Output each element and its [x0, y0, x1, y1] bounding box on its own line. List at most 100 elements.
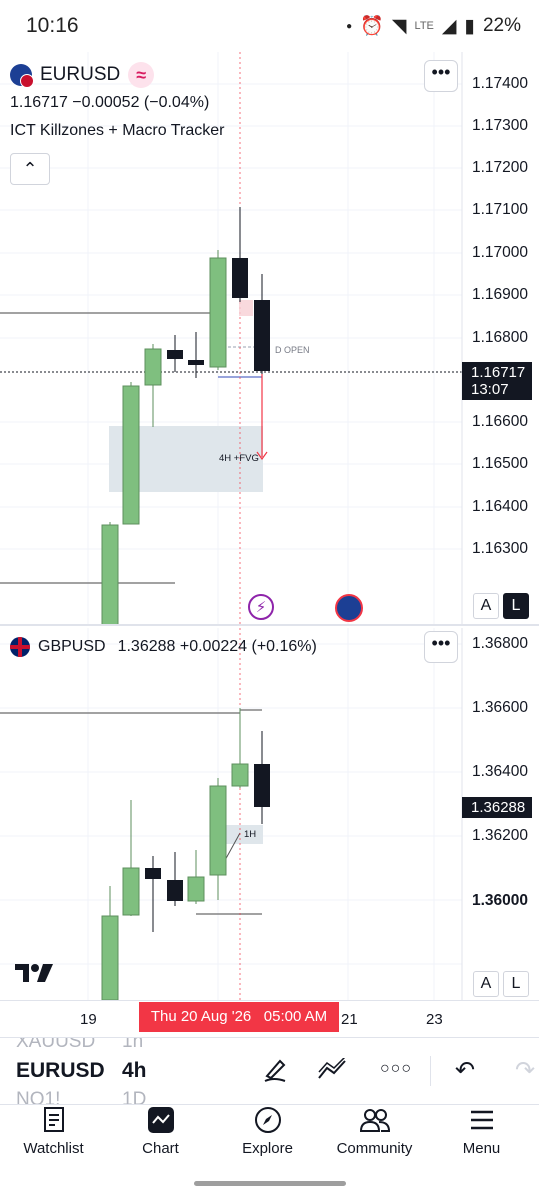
hamburger-icon [470, 1110, 493, 1130]
gbpusd-candles [101, 708, 270, 1000]
fvg-label: 4H +FVG [219, 453, 259, 464]
last-price: 1.36288 [471, 799, 526, 816]
lightning-icon[interactable]: ⚡ [248, 594, 274, 620]
eurusd-header[interactable]: EURUSD ≈ [10, 62, 155, 88]
gbpusd-last-price-tag: 1.36288 [462, 797, 532, 818]
eurusd-candles [101, 207, 270, 626]
gbpusd-header[interactable]: GBPUSD 1.36288 +0.00224 (+0.16%) [10, 637, 317, 657]
auto-scale-button[interactable]: A [473, 971, 499, 997]
price-label: 1.17300 [472, 117, 529, 134]
nav-label: Chart [142, 1140, 179, 1157]
indicator-name[interactable]: ICT Killzones + Macro Tracker [10, 122, 224, 140]
price-label: 1.16300 [472, 540, 529, 557]
network-label: LTE [414, 20, 434, 32]
eu-flag-icon [10, 64, 34, 88]
undo-button[interactable]: ↶ [455, 1056, 475, 1085]
bottom-nav: Watchlist Chart Explore Community Menu [0, 1106, 539, 1166]
collapse-button[interactable]: ⌃ [10, 153, 50, 185]
pen-icon [264, 1059, 286, 1082]
alarm-icon: ⏰ [360, 16, 384, 37]
redo-icon: ↷ [515, 1057, 536, 1084]
price-label: 1.36400 [472, 763, 529, 780]
price-label: 1.36200 [472, 827, 529, 844]
auto-scale-button[interactable]: A [473, 593, 499, 619]
tf-label: 1H [244, 829, 257, 840]
bottom-toolbar: XAUUSD 1h EURUSD 4h NQ1! 1D ○○○ ↶ ↷ [0, 1037, 539, 1105]
d-open-label: D OPEN [275, 345, 310, 355]
eurusd-more-button[interactable]: ••• [424, 60, 458, 92]
gbpusd-chart-area[interactable] [0, 628, 539, 1000]
more-icon: ••• [431, 62, 451, 82]
picker-next-tf[interactable]: 1D [122, 1089, 146, 1104]
eurusd-last-price-tag: 1.16717 13:07 [462, 362, 532, 400]
price-label: 1.17400 [472, 75, 529, 92]
crosshair-time-label: Thu 20 Aug '26 05:00 AM [139, 1002, 339, 1032]
price-label: 1.16600 [472, 413, 529, 430]
nav-explore[interactable]: Explore [214, 1106, 321, 1166]
price-label: 1.36000 [472, 892, 529, 909]
tradingview-logo-icon [15, 964, 53, 982]
picker-current-symbol[interactable]: EURUSD [16, 1059, 105, 1083]
price-label: 1.36800 [472, 635, 529, 652]
last-price: 1.16717 [471, 364, 526, 381]
picker-current-tf[interactable]: 4h [122, 1059, 147, 1083]
time-label: 19 [80, 1011, 97, 1028]
nav-watchlist[interactable]: Watchlist [0, 1106, 107, 1166]
draw-pen-button[interactable] [262, 1056, 288, 1089]
price-label: 1.36600 [472, 699, 529, 716]
compass-icon [254, 1107, 281, 1133]
price-label: 1.16900 [472, 286, 529, 303]
nav-label: Menu [462, 1140, 501, 1157]
picker-next-symbol[interactable]: NQ1! [16, 1089, 60, 1104]
price-label: 1.17200 [472, 159, 529, 176]
log-scale-button[interactable]: L [503, 593, 529, 619]
more-icon: ○○○ [380, 1060, 412, 1077]
wifi-icon: ◥ [391, 15, 407, 37]
log-scale-button[interactable]: L [503, 971, 529, 997]
nav-label: Community [336, 1140, 413, 1157]
battery-icon: ▮ [464, 15, 475, 37]
uk-flag-icon [10, 637, 30, 657]
toolbar-divider [430, 1056, 431, 1086]
nav-label: Watchlist [23, 1140, 84, 1157]
eurusd-symbol[interactable]: EURUSD [40, 64, 120, 86]
price-label: 1.17100 [472, 201, 529, 218]
eu-event-icon[interactable] [335, 594, 363, 622]
gbpusd-more-button[interactable]: ••• [424, 631, 458, 663]
status-time: 10:16 [26, 14, 79, 37]
gbpusd-quote: 1.36288 +0.00224 (+0.16%) [117, 638, 317, 655]
tradingview-logo [15, 962, 53, 990]
more-tools-button[interactable]: ○○○ [380, 1060, 412, 1078]
chevron-up-icon: ⌃ [22, 159, 38, 179]
status-icons: ● ⏰ ◥ LTE ◢ ▮ 22% [346, 14, 521, 38]
nav-community[interactable]: Community [321, 1106, 428, 1166]
watchlist-icon [43, 1107, 64, 1132]
chart-icon [147, 1107, 174, 1133]
notification-dot-icon: ● [346, 20, 353, 32]
price-label: 1.16500 [472, 455, 529, 472]
time-label: 23 [426, 1011, 443, 1028]
status-bar: 10:16 ● ⏰ ◥ LTE ◢ ▮ 22% [0, 0, 539, 52]
tilde-icon: ≈ [128, 62, 155, 88]
time-label: 21 [341, 1011, 358, 1028]
price-label: 1.16400 [472, 498, 529, 515]
gbpusd-symbol[interactable]: GBPUSD [38, 638, 106, 656]
undo-icon: ↶ [455, 1057, 476, 1084]
picker-prev-tf[interactable]: 1h [122, 1038, 143, 1053]
signal-icon: ◢ [441, 15, 457, 37]
nav-label: Explore [242, 1140, 293, 1157]
nav-menu[interactable]: Menu [428, 1106, 535, 1166]
nav-chart[interactable]: Chart [107, 1106, 214, 1166]
picker-prev-symbol[interactable]: XAUUSD [16, 1038, 95, 1053]
more-icon: ••• [431, 633, 451, 653]
gesture-bar[interactable] [194, 1181, 346, 1186]
community-icon [359, 1109, 390, 1132]
redo-button[interactable]: ↷ [515, 1056, 535, 1085]
price-label: 1.16800 [472, 329, 529, 346]
trend-line-icon [318, 1056, 346, 1079]
price-label: 1.17000 [472, 244, 529, 261]
eurusd-quote: 1.16717 −0.00052 (−0.04%) [10, 94, 210, 111]
bar-countdown: 13:07 [471, 381, 509, 398]
battery-percent: 22% [482, 15, 521, 36]
drawing-tools-button[interactable] [317, 1056, 347, 1087]
